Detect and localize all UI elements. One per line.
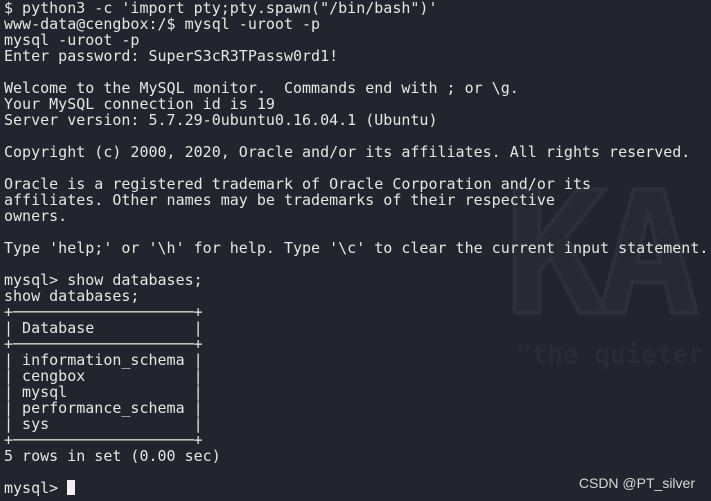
- terminal-line: affiliates. Other names may be trademark…: [4, 191, 555, 209]
- terminal-line: Server version: 5.7.29-0ubuntu0.16.04.1 …: [4, 111, 438, 129]
- terminal-line: +────────────────────+: [4, 335, 203, 353]
- terminal-line: | information_schema |: [4, 351, 203, 369]
- terminal-line: show databases;: [4, 287, 140, 305]
- terminal-line: Enter password: SuperS3cR3TPassw0rd1!: [4, 47, 339, 65]
- prompt-label: mysql>: [4, 479, 68, 497]
- terminal-line: 5 rows in set (0.00 sec): [4, 447, 221, 465]
- terminal-line: Oracle is a registered trademark of Orac…: [4, 175, 591, 193]
- csdn-credit-watermark: CSDN @PT_silver: [578, 475, 695, 491]
- terminal-line: mysql> show databases;: [4, 271, 203, 289]
- terminal-line: +────────────────────+: [4, 431, 203, 449]
- terminal-line: | Database |: [4, 319, 203, 337]
- terminal-line: +────────────────────+: [4, 303, 203, 321]
- terminal-line: Type 'help;' or '\h' for help. Type '\c'…: [4, 239, 709, 257]
- terminal-line: | performance_schema |: [4, 399, 203, 417]
- terminal-line: | cengbox |: [4, 367, 203, 385]
- terminal-line: | sys |: [4, 415, 203, 433]
- terminal-line: Welcome to the MySQL monitor. Commands e…: [4, 79, 519, 97]
- terminal-line: www-data@cengbox:/$ mysql -uroot -p: [4, 15, 321, 33]
- terminal-line: Copyright (c) 2000, 2020, Oracle and/or …: [4, 143, 691, 161]
- terminal-line: owners.: [4, 207, 68, 225]
- terminal-line: Your MySQL connection id is 19: [4, 95, 275, 113]
- terminal-line: | mysql |: [4, 383, 203, 401]
- terminal-line: $ python3 -c 'import pty;pty.spawn("/bin…: [4, 0, 438, 17]
- terminal-line: mysql -uroot -p: [4, 31, 140, 49]
- terminal-output[interactable]: $ python3 -c 'import pty;pty.spawn("/bin…: [4, 0, 708, 496]
- text-cursor: [67, 480, 76, 495]
